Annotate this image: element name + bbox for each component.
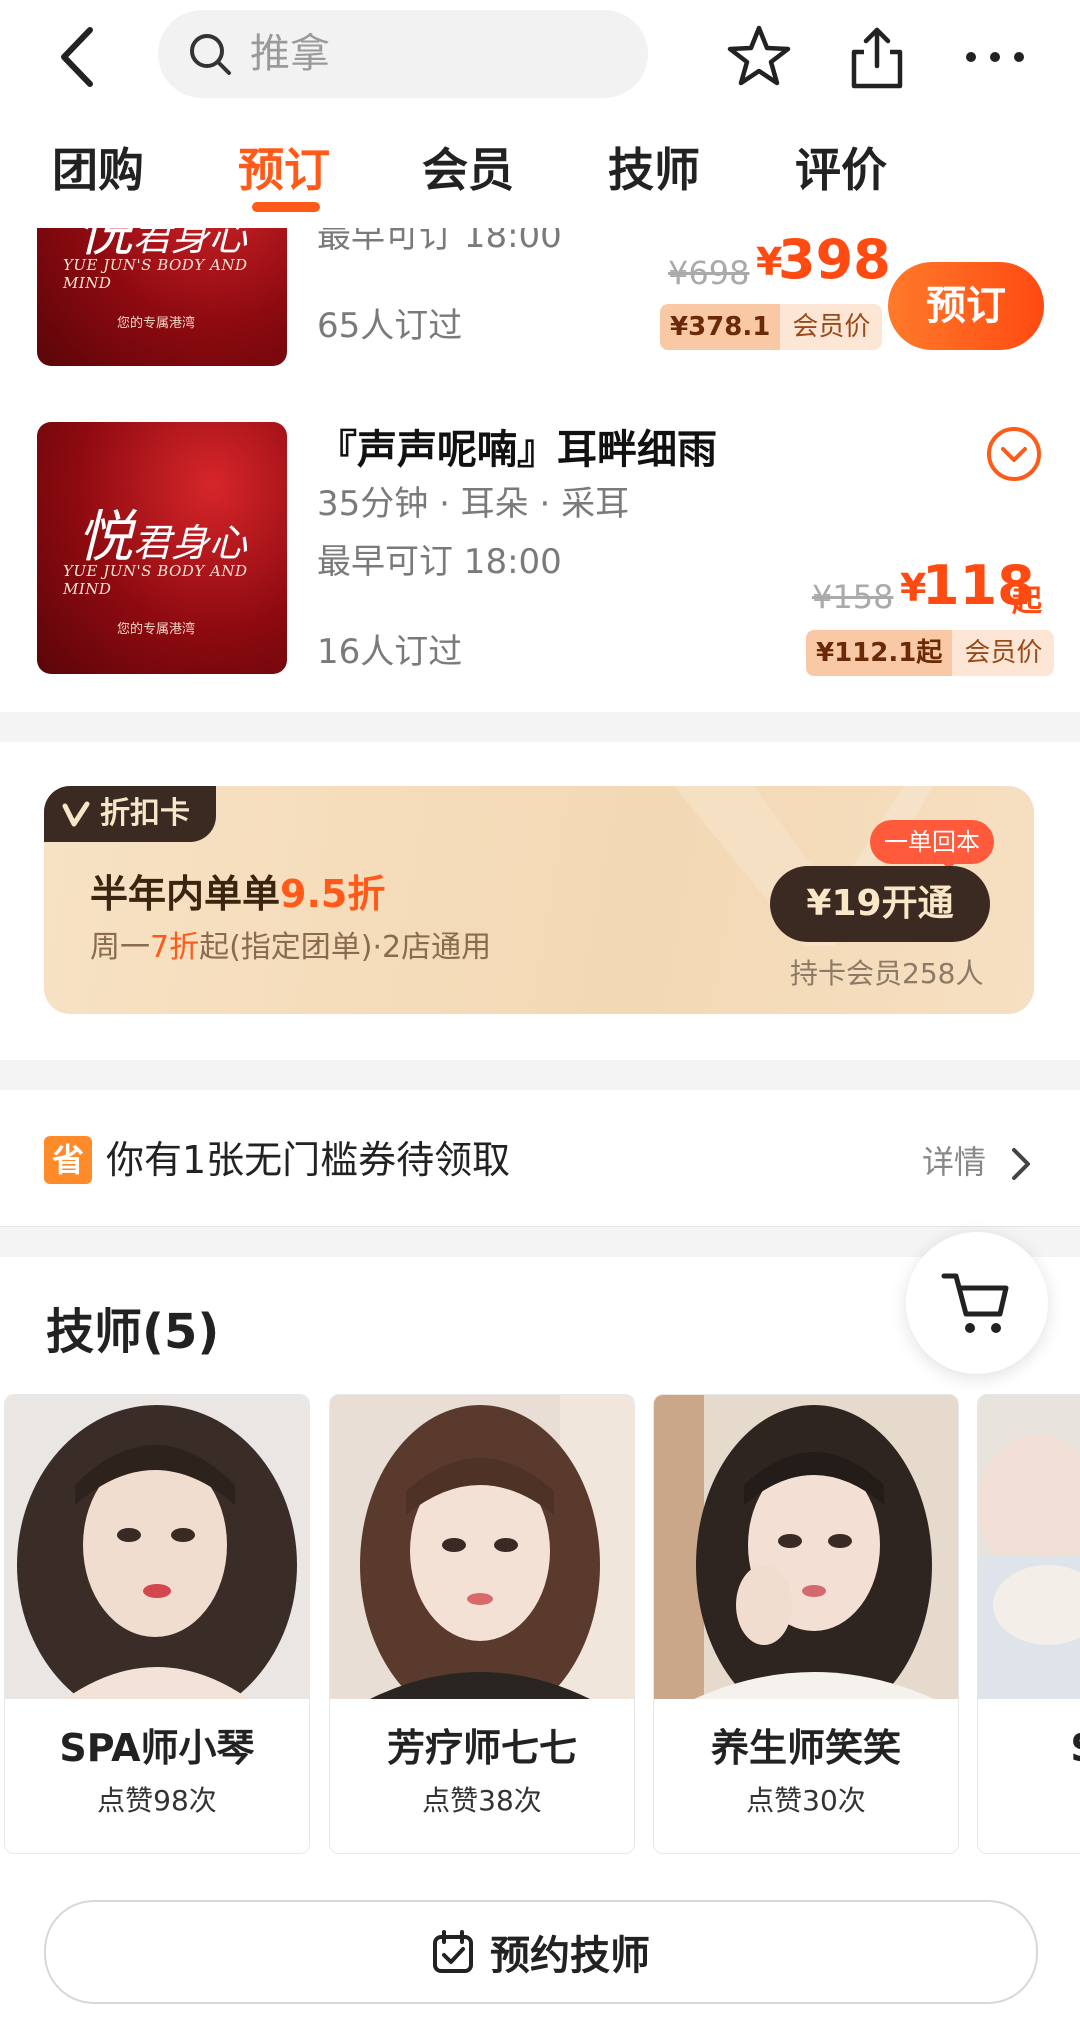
technician-card[interactable]: SPA师小琴 点赞98次	[4, 1394, 310, 1854]
book-technician-button[interactable]: 预约技师	[44, 1900, 1038, 2004]
tab-active-indicator	[252, 202, 320, 212]
tab-reviews[interactable]: 评价	[795, 138, 887, 202]
technicians-heading: 技师(5)	[46, 1304, 220, 1360]
brand-english: YUE JUN'S BODY AND MIND	[63, 256, 248, 292]
card-member-count: 持卡会员258人	[790, 957, 984, 990]
member-price-tag: ¥112.1起 会员价	[806, 630, 1055, 676]
book-technician-label: 预约技师	[490, 1933, 650, 1979]
book-technician-content: 预约技师	[46, 1902, 1036, 2002]
technician-likes: 点赞38次	[422, 1784, 542, 1817]
earliest-time: 最早可订 18:00	[317, 542, 562, 582]
section-divider	[0, 712, 1080, 742]
back-icon[interactable]	[50, 22, 110, 92]
technician-photo	[5, 1395, 309, 1699]
cart-button[interactable]	[906, 1232, 1048, 1374]
technician-name: 芳疗师七七	[386, 1726, 577, 1770]
share-icon[interactable]	[842, 22, 912, 92]
tab-membership[interactable]: 会员	[422, 138, 514, 202]
open-card-button[interactable]: ¥19开通	[770, 866, 990, 942]
booking-item[interactable]: 悦君身心 YUE JUN'S BODY AND MIND 您的专属港湾 『声声呢…	[0, 400, 1080, 700]
booked-count: 65人订过	[317, 306, 463, 346]
brand-english: YUE JUN'S BODY AND MIND	[63, 562, 248, 598]
tab-group-buy[interactable]: 团购	[52, 138, 144, 202]
tab-booking[interactable]: 预订	[238, 138, 330, 202]
item-title: 『声声呢喃』耳畔细雨	[317, 427, 717, 473]
original-price: ¥698	[668, 254, 750, 292]
technician-card[interactable]: 养生师笑笑 点赞30次	[653, 1394, 959, 1854]
check-icon	[62, 801, 90, 827]
search-placeholder: 推拿	[250, 31, 330, 77]
technician-name: 养生师笑笑	[710, 1726, 901, 1770]
search-bar[interactable]: 推拿	[158, 10, 648, 98]
brand-tagline: 您的专属港湾	[117, 622, 196, 637]
technician-likes: 点赞	[978, 1781, 1080, 1821]
price: 398	[778, 228, 891, 291]
item-description: 35分钟 · 耳朵 · 采耳	[317, 484, 630, 524]
brand-tagline: 您的专属港湾	[117, 316, 196, 331]
cart-icon	[941, 1273, 1009, 1333]
more-icon[interactable]	[960, 22, 1030, 92]
technician-card[interactable]: 芳疗师七七 点赞38次	[329, 1394, 635, 1854]
coupon-details-link[interactable]: 详情	[922, 1138, 986, 1186]
price-suffix: 起	[1012, 584, 1042, 619]
section-divider	[0, 1226, 1080, 1257]
technician-card[interactable]: SPA师 点赞	[977, 1394, 1080, 1854]
search-icon	[188, 32, 232, 76]
technician-photo	[654, 1395, 958, 1699]
technician-photo	[978, 1395, 1080, 1699]
discount-card[interactable]: 折扣卡 半年内单单9.5折 周一7折起(指定团单)·2店通用 一单回本 ¥19开…	[44, 786, 1034, 1014]
chevron-right-icon	[1008, 1146, 1034, 1182]
coupon-text: 你有1张无门槛券待领取	[106, 1138, 511, 1182]
book-button[interactable]: 预订	[888, 262, 1044, 350]
tab-technicians[interactable]: 技师	[608, 138, 700, 202]
booked-count: 16人订过	[317, 632, 463, 672]
original-price: ¥158	[812, 578, 894, 616]
product-thumbnail: 悦君身心 YUE JUN'S BODY AND MIND 您的专属港湾	[37, 228, 287, 366]
technician-likes: 点赞98次	[97, 1784, 217, 1817]
technician-name: SPA师	[978, 1721, 1080, 1775]
section-divider	[0, 1060, 1080, 1090]
technician-name: SPA师小琴	[59, 1726, 255, 1770]
chevron-down-circle-icon[interactable]	[985, 425, 1043, 483]
calendar-check-icon	[433, 1930, 473, 1973]
payback-bubble: 一单回本	[870, 820, 994, 864]
technician-photo	[330, 1395, 634, 1699]
member-price-tag: ¥378.1 会员价	[660, 304, 883, 350]
brand-logo-text: 悦君身心	[77, 505, 248, 570]
technician-likes: 点赞30次	[746, 1784, 866, 1817]
discount-card-badge: 折扣卡	[44, 786, 216, 842]
technician-card-clip: SPA师 点赞	[977, 1394, 1080, 1854]
star-icon[interactable]	[724, 22, 794, 92]
product-thumbnail: 悦君身心 YUE JUN'S BODY AND MIND 您的专属港湾	[37, 422, 287, 674]
discount-card-subtitle: 周一7折起(指定团单)·2店通用	[90, 930, 492, 965]
save-icon: 省	[44, 1136, 92, 1184]
tab-bar: 团购 预订 会员 技师 评价	[0, 118, 1080, 228]
earliest-time: 最早可订 18:00	[317, 228, 562, 256]
discount-card-title: 半年内单单9.5折	[90, 872, 386, 916]
top-bar: 推拿	[0, 0, 1080, 118]
